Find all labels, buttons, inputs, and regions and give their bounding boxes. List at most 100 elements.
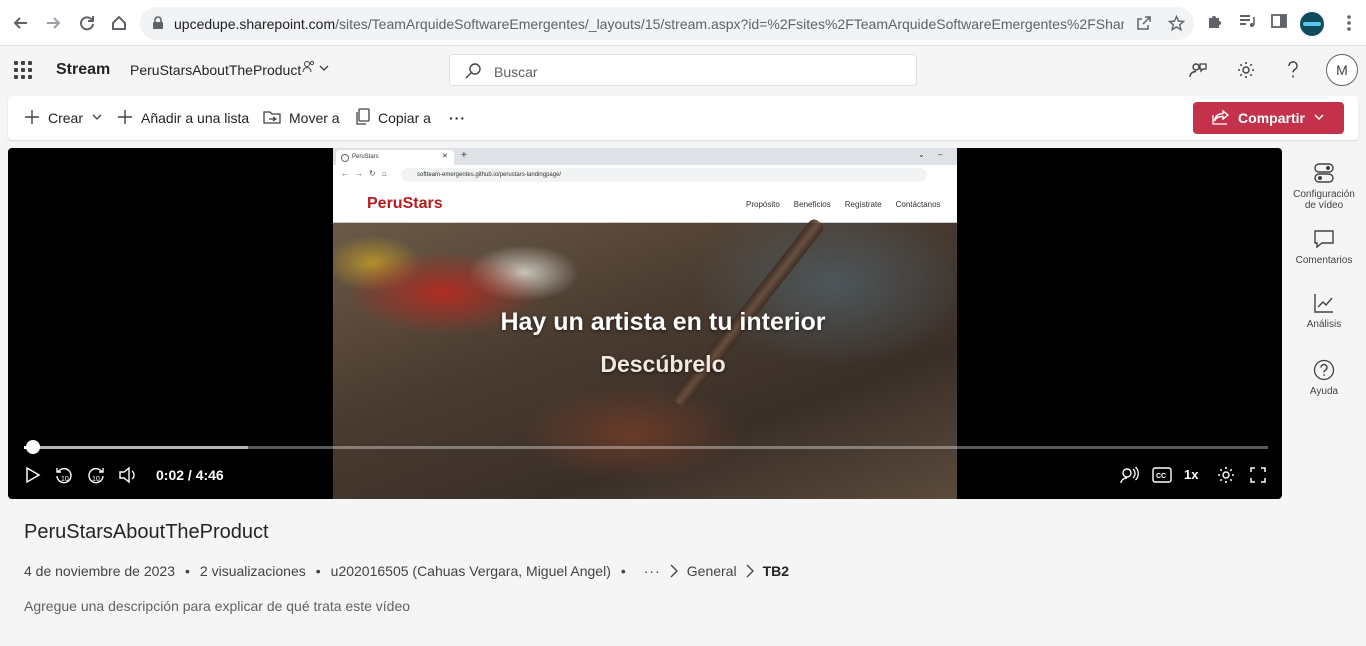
feedback-icon[interactable] xyxy=(1186,58,1210,82)
video-player[interactable]: PeruStars ✕ + ⌄ – ←→↻⌂ softteam-emergent… xyxy=(8,148,1282,499)
recorded-site-nav: PeruStars Propósito Beneficios Regístrat… xyxy=(333,185,957,223)
settings-gear-icon[interactable] xyxy=(1234,58,1258,82)
home-icon[interactable] xyxy=(108,12,130,34)
upload-date: 4 de noviembre de 2023 xyxy=(24,563,175,579)
transcript-icon[interactable] xyxy=(1118,464,1140,486)
copy-icon xyxy=(354,107,370,129)
browser-toolbar: upcedupe.sharepoint.com/sites/TeamArquid… xyxy=(0,0,1366,46)
separator-dot: • xyxy=(185,563,190,579)
help-button[interactable]: Ayuda xyxy=(1290,357,1358,397)
perustars-logo: PeruStars xyxy=(367,195,443,212)
recorded-hero-subtitle: Descúbrelo xyxy=(600,351,726,377)
create-button[interactable]: Crear xyxy=(24,96,103,140)
add-to-list-button[interactable]: Añadir a una lista xyxy=(117,96,249,140)
plus-icon xyxy=(24,109,40,128)
bookmark-star-icon[interactable] xyxy=(1167,14,1186,37)
video-metadata: 4 de noviembre de 2023 • 2 visualizacion… xyxy=(24,563,789,579)
breadcrumb-current: TB2 xyxy=(762,563,790,579)
move-to-button[interactable]: Mover a xyxy=(263,96,340,140)
app-name[interactable]: Stream xyxy=(56,61,110,79)
svg-text:10: 10 xyxy=(92,476,100,483)
svg-text:CC: CC xyxy=(1156,473,1166,480)
help-circle-icon xyxy=(1290,357,1358,383)
volume-icon[interactable] xyxy=(117,464,139,486)
search-placeholder: Buscar xyxy=(494,64,538,80)
description-field[interactable]: Agregue una descripción para explicar de… xyxy=(24,598,410,614)
recorded-nav-links: Propósito Beneficios Regístrate Contácta… xyxy=(746,200,941,209)
browser-profile-avatar[interactable] xyxy=(1300,12,1324,36)
captions-cc-icon[interactable]: CC xyxy=(1151,464,1173,486)
app-header: Stream PeruStarsAboutTheProduct Buscar M xyxy=(0,46,1366,94)
command-bar: Crear Añadir a una lista Mover a Copiar … xyxy=(8,96,1358,140)
video-title[interactable]: PeruStarsAboutTheProduct xyxy=(24,521,269,544)
comment-icon xyxy=(1290,226,1358,252)
help-question-icon[interactable] xyxy=(1281,58,1305,82)
recorded-nav-icons: ←→↻⌂ xyxy=(341,169,393,178)
address-bar[interactable]: upcedupe.sharepoint.com/sites/TeamArquid… xyxy=(140,7,1194,40)
move-folder-icon xyxy=(263,109,281,128)
seek-bar[interactable] xyxy=(24,440,1268,454)
player-settings-gear-icon[interactable] xyxy=(1215,464,1237,486)
playback-speed-button[interactable]: 1x xyxy=(1184,467,1198,482)
chevron-down-icon xyxy=(91,110,103,126)
share-button[interactable]: Compartir xyxy=(1193,102,1344,134)
video-settings-label: Configuración de vídeo xyxy=(1293,189,1355,211)
recorded-nav-link: Contáctanos xyxy=(895,200,941,209)
recorded-nav-link: Propósito xyxy=(746,200,780,209)
add-to-list-label: Añadir a una lista xyxy=(141,110,250,126)
search-input[interactable]: Buscar xyxy=(449,54,917,86)
skip-forward-10-icon[interactable]: 10 xyxy=(85,464,107,486)
browser-menu-icon[interactable] xyxy=(1346,14,1352,37)
side-panel-icon[interactable] xyxy=(1270,12,1288,35)
help-label: Ayuda xyxy=(1309,386,1339,397)
recorded-tab: PeruStars xyxy=(336,150,454,165)
extensions-puzzle-icon[interactable] xyxy=(1206,12,1224,35)
chevron-down-icon xyxy=(1313,110,1325,126)
buffered-bar xyxy=(24,446,248,449)
search-icon xyxy=(464,62,482,85)
site-members-dropdown[interactable] xyxy=(302,60,330,79)
user-avatar[interactable]: M xyxy=(1326,54,1358,86)
breadcrumb-general[interactable]: General xyxy=(687,563,737,579)
chart-line-icon xyxy=(1290,290,1358,316)
recorded-tabstrip: PeruStars ✕ + ⌄ – xyxy=(333,148,957,165)
recorded-nav-link: Beneficios xyxy=(793,200,831,209)
time-display: 0:02 / 4:46 xyxy=(156,467,224,483)
video-settings-button[interactable]: Configuración de vídeo xyxy=(1290,160,1358,211)
chevron-right-icon xyxy=(745,564,755,578)
chevron-right-icon xyxy=(669,564,679,578)
breadcrumb-more-button[interactable]: ··· xyxy=(644,563,661,579)
toggle-settings-icon xyxy=(1290,160,1358,186)
reload-icon[interactable] xyxy=(76,12,98,34)
recorded-new-tab-icon: + xyxy=(461,150,467,161)
recorded-tab-close-icon: ✕ xyxy=(442,153,448,160)
recorded-address-row: ←→↻⌂ softteam-emergentes.github.io/perus… xyxy=(333,165,957,185)
url-text[interactable]: upcedupe.sharepoint.com/sites/TeamArquid… xyxy=(174,16,1124,32)
media-queue-icon[interactable] xyxy=(1238,12,1256,35)
app-launcher-icon[interactable] xyxy=(14,61,32,79)
plus-icon xyxy=(117,109,133,128)
more-actions-button[interactable]: ··· xyxy=(449,96,466,140)
fullscreen-icon[interactable] xyxy=(1247,464,1269,486)
play-icon[interactable] xyxy=(22,464,44,486)
recorded-hero: Hay un artista en tu interior Descúbrelo xyxy=(333,217,957,499)
site-name[interactable]: PeruStarsAboutTheProduct xyxy=(130,62,301,78)
separator-dot: • xyxy=(620,563,626,579)
recorded-nav-link: Regístrate xyxy=(844,200,882,209)
copy-to-button[interactable]: Copiar a xyxy=(354,96,431,140)
recorded-hero-title: Hay un artista en tu interior xyxy=(500,308,826,336)
seek-thumb[interactable] xyxy=(25,440,40,454)
share-page-icon[interactable] xyxy=(1136,15,1152,36)
forward-icon[interactable] xyxy=(42,12,64,34)
back-icon[interactable] xyxy=(10,12,32,34)
comments-button[interactable]: Comentarios xyxy=(1290,226,1358,266)
people-icon xyxy=(302,60,316,79)
analytics-button[interactable]: Análisis xyxy=(1290,290,1358,330)
owner-name[interactable]: u202016505 (Cahuas Vergara, Miguel Angel… xyxy=(331,563,611,579)
chevron-down-icon xyxy=(318,61,330,79)
copy-to-label: Copiar a xyxy=(378,110,431,126)
skip-back-10-icon[interactable]: 10 xyxy=(53,464,75,486)
share-label: Compartir xyxy=(1238,110,1305,126)
move-to-label: Mover a xyxy=(289,110,340,126)
lock-icon[interactable] xyxy=(152,16,164,35)
